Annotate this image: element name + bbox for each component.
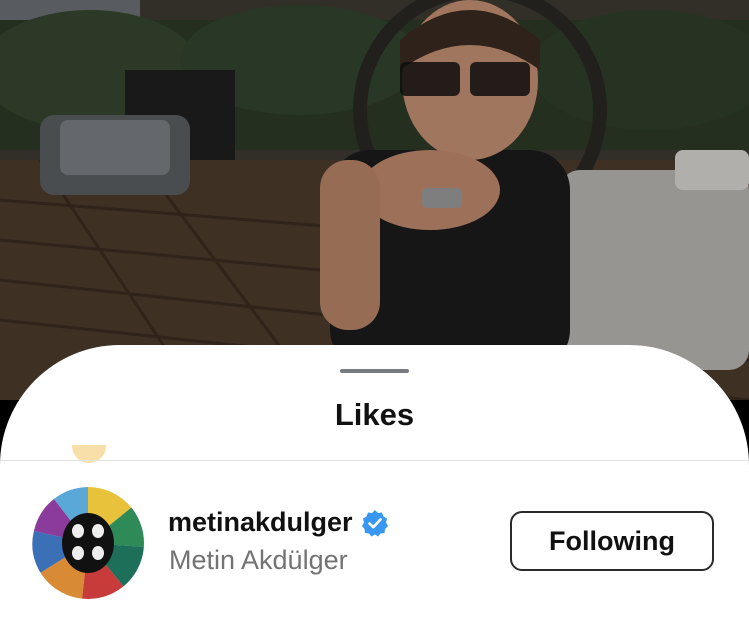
username-line: metinakdulger (168, 507, 389, 538)
avatar[interactable] (32, 487, 144, 599)
verified-badge-icon (361, 509, 389, 537)
sheet-title: Likes (334, 397, 415, 432)
full-name: Metin Akdülger (169, 545, 348, 575)
drag-handle[interactable] (340, 369, 409, 373)
list-item[interactable]: metinakdulger Metin Akdülger Following (0, 485, 749, 605)
title-divider (0, 460, 749, 461)
username[interactable]: metinakdulger (168, 507, 353, 538)
likes-bottom-sheet: Likes metinakdulger Metin Akdülger Follo… (0, 345, 749, 622)
photo-dim-overlay (0, 0, 749, 400)
following-button[interactable]: Following (510, 511, 714, 571)
